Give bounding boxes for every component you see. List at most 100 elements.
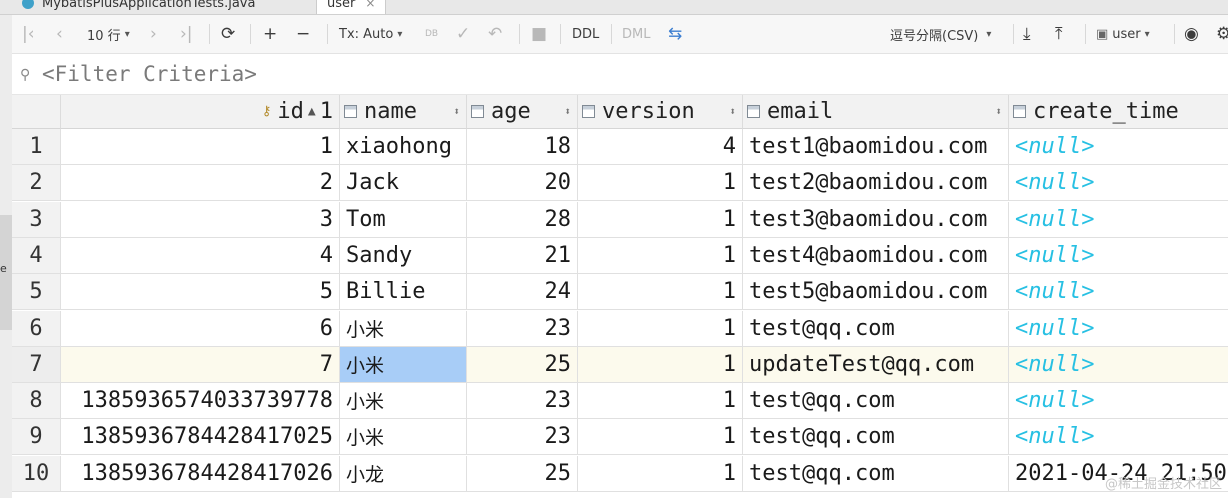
cell-email[interactable]: test4@baomidou.com	[743, 237, 1009, 274]
db-commit-button[interactable]: DB	[425, 15, 438, 53]
datasource-dropdown[interactable]: ▣ user ▾	[1096, 15, 1150, 53]
cell-version[interactable]: 1	[578, 274, 743, 311]
row-number[interactable]: 6	[12, 310, 61, 347]
cell-version[interactable]: 1	[578, 419, 743, 456]
table-row[interactable]: 2 2 Jack 20 1 test2@baomidou.com <null>	[12, 165, 1228, 202]
table-row[interactable]: 5 5 Billie 24 1 test5@baomidou.com <null>	[12, 274, 1228, 311]
cell-id[interactable]: 3	[61, 201, 340, 238]
cell-version[interactable]: 1	[578, 310, 743, 347]
cell-name[interactable]: 小米	[340, 310, 467, 347]
cell-create-time[interactable]: <null>	[1009, 419, 1228, 456]
cell-id[interactable]: 5	[61, 274, 340, 311]
cell-version[interactable]: 1	[578, 455, 743, 492]
cell-age[interactable]: 21	[467, 237, 578, 274]
cell-name[interactable]: Billie	[340, 274, 467, 311]
next-page-button[interactable]: ›	[150, 15, 157, 53]
cell-id[interactable]: 1385936784428417026	[61, 455, 340, 492]
cell-email[interactable]: updateTest@qq.com	[743, 346, 1009, 383]
table-row[interactable]: 8 1385936574033739778 小米 23 1 test@qq.com <nul…	[12, 383, 1228, 420]
cell-version[interactable]: 1	[578, 383, 743, 420]
cell-version[interactable]: 1	[578, 165, 743, 202]
cell-create-time[interactable]: <null>	[1009, 346, 1228, 383]
editor-tab-user[interactable]: user ×	[316, 0, 387, 14]
cell-email[interactable]: test@qq.com	[743, 419, 1009, 456]
row-number[interactable]: 9	[12, 419, 61, 456]
cell-email[interactable]: test1@baomidou.com	[743, 129, 1009, 165]
cell-email[interactable]: test@qq.com	[743, 455, 1009, 492]
row-number[interactable]: 8	[12, 383, 61, 420]
cell-id[interactable]: 1385936784428417025	[61, 419, 340, 456]
cell-age[interactable]: 25	[467, 455, 578, 492]
submit-button[interactable]: ✓	[456, 15, 470, 53]
import-button[interactable]: ⤒	[1055, 15, 1063, 53]
cell-id[interactable]: 2	[61, 165, 340, 202]
cancel-query-button[interactable]: ■	[531, 15, 547, 53]
cell-age[interactable]: 25	[467, 346, 578, 383]
add-row-button[interactable]: +	[263, 15, 277, 53]
table-row[interactable]: 10 1385936784428417026 小龙 25 1 test@qq.com 202…	[12, 455, 1228, 492]
cell-email[interactable]: test2@baomidou.com	[743, 165, 1009, 202]
cell-version[interactable]: 1	[578, 201, 743, 238]
last-page-button[interactable]: ›|	[180, 15, 193, 53]
cell-age[interactable]: 20	[467, 165, 578, 202]
sort-ascending-icon[interactable]: ▲	[308, 104, 316, 119]
sort-toggle-icon[interactable]: ⬍	[995, 105, 1002, 118]
table-row[interactable]: 1 1 xiaohong 18 4 test1@baomidou.com <null>	[12, 129, 1228, 165]
cell-email[interactable]: test@qq.com	[743, 310, 1009, 347]
cell-create-time[interactable]: <null>	[1009, 238, 1228, 274]
reload-button[interactable]: ⟳	[221, 15, 235, 53]
export-format-dropdown[interactable]: 逗号分隔(CSV) ▾	[890, 15, 991, 53]
column-header-email[interactable]: email ⬍	[743, 95, 1009, 129]
sort-toggle-icon[interactable]: ⬍	[564, 105, 571, 118]
cell-id[interactable]: 1	[61, 129, 340, 165]
cell-id[interactable]: 7	[61, 346, 340, 383]
cell-age[interactable]: 23	[467, 310, 578, 347]
cell-create-time[interactable]: <null>	[1009, 383, 1228, 420]
cell-age[interactable]: 23	[467, 419, 578, 456]
cell-age[interactable]: 18	[467, 129, 578, 165]
column-header-age[interactable]: age ⬍	[467, 95, 578, 129]
column-header-create-time[interactable]: create_time	[1009, 95, 1228, 129]
cell-age[interactable]: 28	[467, 201, 578, 238]
cell-id[interactable]: 4	[61, 237, 340, 274]
transaction-mode-dropdown[interactable]: Tx: Auto ▾	[339, 15, 402, 53]
table-row[interactable]: 6 6 小米 23 1 test@qq.com <null>	[12, 310, 1228, 347]
table-row[interactable]: 7 7 小米 25 1 updateTest@qq.com <null>	[12, 346, 1228, 383]
cell-name[interactable]: Sandy	[340, 237, 467, 274]
cell-create-time[interactable]: <null>	[1009, 202, 1228, 238]
row-number[interactable]: 4	[12, 237, 61, 274]
sort-toggle-icon[interactable]: ⬍	[729, 105, 736, 118]
row-number[interactable]: 1	[12, 129, 61, 165]
settings-button[interactable]: ⚙	[1216, 15, 1228, 53]
table-row[interactable]: 4 4 Sandy 21 1 test4@baomidou.com <null>	[12, 237, 1228, 274]
previous-page-button[interactable]: ‹	[56, 15, 63, 53]
cell-id[interactable]: 6	[61, 310, 340, 347]
cell-name[interactable]: Jack	[340, 165, 467, 202]
cell-create-time[interactable]: <null>	[1009, 311, 1228, 347]
cell-age[interactable]: 24	[467, 274, 578, 311]
cell-version[interactable]: 1	[578, 346, 743, 383]
first-page-button[interactable]: |‹	[22, 15, 35, 53]
cell-create-time[interactable]: <null>	[1009, 274, 1228, 311]
ddl-button[interactable]: DDL	[572, 15, 599, 53]
filter-bar[interactable]: ⚲ <Filter Criteria>	[12, 54, 1228, 95]
cell-name[interactable]: 小龙	[340, 455, 467, 492]
column-header-name[interactable]: name ⬍	[340, 95, 467, 129]
cell-name[interactable]: 小米	[340, 419, 467, 456]
row-number[interactable]: 3	[12, 201, 61, 238]
cell-name[interactable]: 小米	[340, 383, 467, 420]
cell-email[interactable]: test3@baomidou.com	[743, 201, 1009, 238]
cell-name[interactable]: Tom	[340, 201, 467, 238]
cell-email[interactable]: test5@baomidou.com	[743, 274, 1009, 311]
column-header-version[interactable]: version ⬍	[578, 95, 743, 129]
sort-toggle-icon[interactable]: ⬍	[453, 105, 460, 118]
table-row[interactable]: 9 1385936784428417025 小米 23 1 test@qq.com <nul…	[12, 419, 1228, 456]
view-button[interactable]: ◉	[1184, 15, 1199, 53]
export-button[interactable]: ⤓	[1023, 15, 1031, 53]
filter-input[interactable]: <Filter Criteria>	[42, 62, 257, 86]
cell-create-time[interactable]: <null>	[1009, 129, 1228, 165]
cell-email[interactable]: test@qq.com	[743, 383, 1009, 420]
editor-tab-tests[interactable]: MybatisPlusApplicationTests.java	[22, 0, 255, 14]
dml-button[interactable]: DML	[622, 15, 650, 53]
row-number[interactable]: 10	[12, 455, 61, 492]
